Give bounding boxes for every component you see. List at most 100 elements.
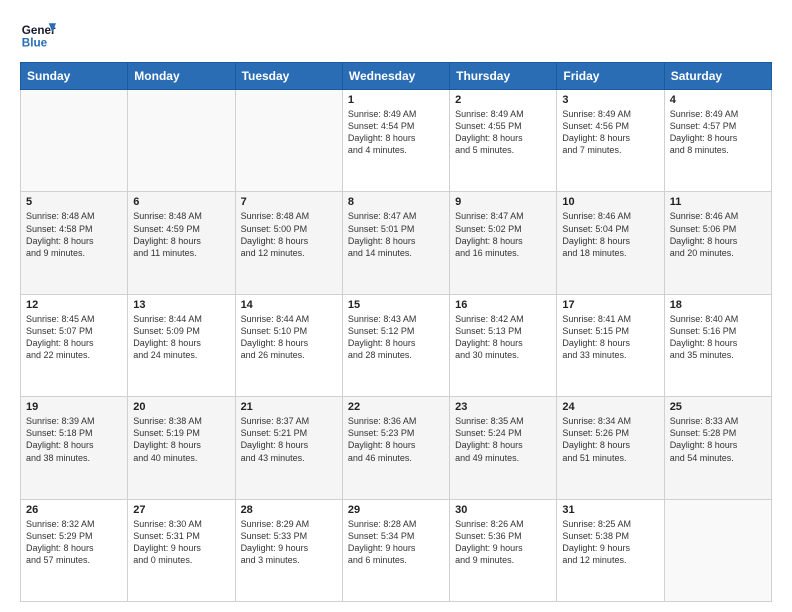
calendar-cell xyxy=(235,90,342,192)
day-number: 10 xyxy=(562,196,658,208)
cell-content: Sunrise: 8:49 AM Sunset: 4:54 PM Dayligh… xyxy=(348,108,444,157)
day-number: 2 xyxy=(455,94,551,106)
calendar-cell: 10 Sunrise: 8:46 AM Sunset: 5:04 PM Dayli… xyxy=(557,192,664,294)
cell-content: Sunrise: 8:29 AM Sunset: 5:33 PM Dayligh… xyxy=(241,518,337,567)
day-number: 13 xyxy=(133,299,229,311)
day-number: 12 xyxy=(26,299,122,311)
calendar-cell: 22Sunrise: 8:36 AM Sunset: 5:23 PM Dayli… xyxy=(342,397,449,499)
cell-content: Sunrise: 8:44 AM Sunset: 5:10 PM Dayligh… xyxy=(241,313,337,362)
calendar-cell: 4 Sunrise: 8:49 AM Sunset: 4:57 PM Daylig… xyxy=(664,90,771,192)
day-number: 24 xyxy=(562,401,658,413)
cell-content: Sunrise: 8:37 AM Sunset: 5:21 PM Dayligh… xyxy=(241,415,337,464)
weekday-header-monday: Monday xyxy=(128,63,235,90)
day-number: 7 xyxy=(241,196,337,208)
logo-icon: General Blue xyxy=(20,16,56,52)
svg-text:Blue: Blue xyxy=(22,37,48,50)
calendar-cell xyxy=(21,90,128,192)
day-number: 27 xyxy=(133,504,229,516)
cell-content: Sunrise: 8:47 AM Sunset: 5:02 PM Dayligh… xyxy=(455,210,551,259)
day-number: 5 xyxy=(26,196,122,208)
calendar-cell: 1 Sunrise: 8:49 AM Sunset: 4:54 PM Daylig… xyxy=(342,90,449,192)
day-number: 30 xyxy=(455,504,551,516)
day-number: 23 xyxy=(455,401,551,413)
weekday-header-tuesday: Tuesday xyxy=(235,63,342,90)
calendar-cell: 20 Sunrise: 8:38 AM Sunset: 5:19 PM Dayli… xyxy=(128,397,235,499)
day-number: 29 xyxy=(348,504,444,516)
calendar-cell: 21 Sunrise: 8:37 AM Sunset: 5:21 PM Dayli… xyxy=(235,397,342,499)
calendar-cell: 3 Sunrise: 8:49 AM Sunset: 4:56 PM Daylig… xyxy=(557,90,664,192)
calendar-cell: 31 Sunrise: 8:25 AM Sunset: 5:38 PM Dayli… xyxy=(557,499,664,601)
cell-content: Sunrise: 8:25 AM Sunset: 5:38 PM Dayligh… xyxy=(562,518,658,567)
weekday-header-thursday: Thursday xyxy=(450,63,557,90)
calendar-cell xyxy=(664,499,771,601)
week-row-2: 5 Sunrise: 8:48 AM Sunset: 4:58 PM Daylig… xyxy=(21,192,772,294)
day-number: 28 xyxy=(241,504,337,516)
day-number: 4 xyxy=(670,94,766,106)
day-number: 6 xyxy=(133,196,229,208)
weekday-header-row: SundayMondayTuesdayWednesdayThursdayFrid… xyxy=(21,63,772,90)
calendar-cell: 14 Sunrise: 8:44 AM Sunset: 5:10 PM Dayli… xyxy=(235,294,342,396)
weekday-header-saturday: Saturday xyxy=(664,63,771,90)
calendar-cell: 30 Sunrise: 8:26 AM Sunset: 5:36 PM Dayli… xyxy=(450,499,557,601)
day-number: 17 xyxy=(562,299,658,311)
cell-content: Sunrise: 8:35 AM Sunset: 5:24 PM Dayligh… xyxy=(455,415,551,464)
calendar-cell: 16Sunrise: 8:42 AM Sunset: 5:13 PM Dayli… xyxy=(450,294,557,396)
cell-content: Sunrise: 8:39 AM Sunset: 5:18 PM Dayligh… xyxy=(26,415,122,464)
day-number: 31 xyxy=(562,504,658,516)
weekday-header-wednesday: Wednesday xyxy=(342,63,449,90)
day-number: 20 xyxy=(133,401,229,413)
cell-content: Sunrise: 8:38 AM Sunset: 5:19 PM Dayligh… xyxy=(133,415,229,464)
week-row-5: 26 Sunrise: 8:32 AM Sunset: 5:29 PM Dayli… xyxy=(21,499,772,601)
calendar-cell: 11 Sunrise: 8:46 AM Sunset: 5:06 PM Dayli… xyxy=(664,192,771,294)
calendar-cell: 24 Sunrise: 8:34 AM Sunset: 5:26 PM Dayli… xyxy=(557,397,664,499)
cell-content: Sunrise: 8:46 AM Sunset: 5:06 PM Dayligh… xyxy=(670,210,766,259)
calendar-cell: 15Sunrise: 8:43 AM Sunset: 5:12 PM Dayli… xyxy=(342,294,449,396)
cell-content: Sunrise: 8:41 AM Sunset: 5:15 PM Dayligh… xyxy=(562,313,658,362)
day-number: 3 xyxy=(562,94,658,106)
page: General Blue SundayMondayTuesdayWednesda… xyxy=(0,0,792,612)
calendar-cell: 28 Sunrise: 8:29 AM Sunset: 5:33 PM Dayli… xyxy=(235,499,342,601)
calendar-cell: 19 Sunrise: 8:39 AM Sunset: 5:18 PM Dayli… xyxy=(21,397,128,499)
calendar-cell: 5 Sunrise: 8:48 AM Sunset: 4:58 PM Daylig… xyxy=(21,192,128,294)
day-number: 11 xyxy=(670,196,766,208)
day-number: 14 xyxy=(241,299,337,311)
cell-content: Sunrise: 8:47 AM Sunset: 5:01 PM Dayligh… xyxy=(348,210,444,259)
calendar-cell: 2 Sunrise: 8:49 AM Sunset: 4:55 PM Daylig… xyxy=(450,90,557,192)
week-row-4: 19 Sunrise: 8:39 AM Sunset: 5:18 PM Dayli… xyxy=(21,397,772,499)
day-number: 21 xyxy=(241,401,337,413)
cell-content: Sunrise: 8:49 AM Sunset: 4:57 PM Dayligh… xyxy=(670,108,766,157)
cell-content: Sunrise: 8:26 AM Sunset: 5:36 PM Dayligh… xyxy=(455,518,551,567)
day-number: 8 xyxy=(348,196,444,208)
calendar-cell: 23 Sunrise: 8:35 AM Sunset: 5:24 PM Dayli… xyxy=(450,397,557,499)
calendar-cell: 6Sunrise: 8:48 AM Sunset: 4:59 PM Daylig… xyxy=(128,192,235,294)
week-row-1: 1 Sunrise: 8:49 AM Sunset: 4:54 PM Daylig… xyxy=(21,90,772,192)
cell-content: Sunrise: 8:49 AM Sunset: 4:56 PM Dayligh… xyxy=(562,108,658,157)
cell-content: Sunrise: 8:40 AM Sunset: 5:16 PM Dayligh… xyxy=(670,313,766,362)
cell-content: Sunrise: 8:28 AM Sunset: 5:34 PM Dayligh… xyxy=(348,518,444,567)
header: General Blue xyxy=(20,16,772,52)
calendar-cell xyxy=(128,90,235,192)
cell-content: Sunrise: 8:33 AM Sunset: 5:28 PM Dayligh… xyxy=(670,415,766,464)
cell-content: Sunrise: 8:48 AM Sunset: 4:58 PM Dayligh… xyxy=(26,210,122,259)
cell-content: Sunrise: 8:46 AM Sunset: 5:04 PM Dayligh… xyxy=(562,210,658,259)
calendar-cell: 13Sunrise: 8:44 AM Sunset: 5:09 PM Dayli… xyxy=(128,294,235,396)
day-number: 18 xyxy=(670,299,766,311)
cell-content: Sunrise: 8:42 AM Sunset: 5:13 PM Dayligh… xyxy=(455,313,551,362)
day-number: 26 xyxy=(26,504,122,516)
day-number: 25 xyxy=(670,401,766,413)
cell-content: Sunrise: 8:32 AM Sunset: 5:29 PM Dayligh… xyxy=(26,518,122,567)
cell-content: Sunrise: 8:36 AM Sunset: 5:23 PM Dayligh… xyxy=(348,415,444,464)
calendar-table: SundayMondayTuesdayWednesdayThursdayFrid… xyxy=(20,62,772,602)
cell-content: Sunrise: 8:30 AM Sunset: 5:31 PM Dayligh… xyxy=(133,518,229,567)
cell-content: Sunrise: 8:49 AM Sunset: 4:55 PM Dayligh… xyxy=(455,108,551,157)
logo: General Blue xyxy=(20,16,56,52)
day-number: 1 xyxy=(348,94,444,106)
calendar-cell: 25 Sunrise: 8:33 AM Sunset: 5:28 PM Dayli… xyxy=(664,397,771,499)
weekday-header-sunday: Sunday xyxy=(21,63,128,90)
cell-content: Sunrise: 8:34 AM Sunset: 5:26 PM Dayligh… xyxy=(562,415,658,464)
calendar-cell: 29 Sunrise: 8:28 AM Sunset: 5:34 PM Dayli… xyxy=(342,499,449,601)
calendar-cell: 9Sunrise: 8:47 AM Sunset: 5:02 PM Daylig… xyxy=(450,192,557,294)
day-number: 19 xyxy=(26,401,122,413)
calendar-cell: 7Sunrise: 8:48 AM Sunset: 5:00 PM Daylig… xyxy=(235,192,342,294)
cell-content: Sunrise: 8:43 AM Sunset: 5:12 PM Dayligh… xyxy=(348,313,444,362)
